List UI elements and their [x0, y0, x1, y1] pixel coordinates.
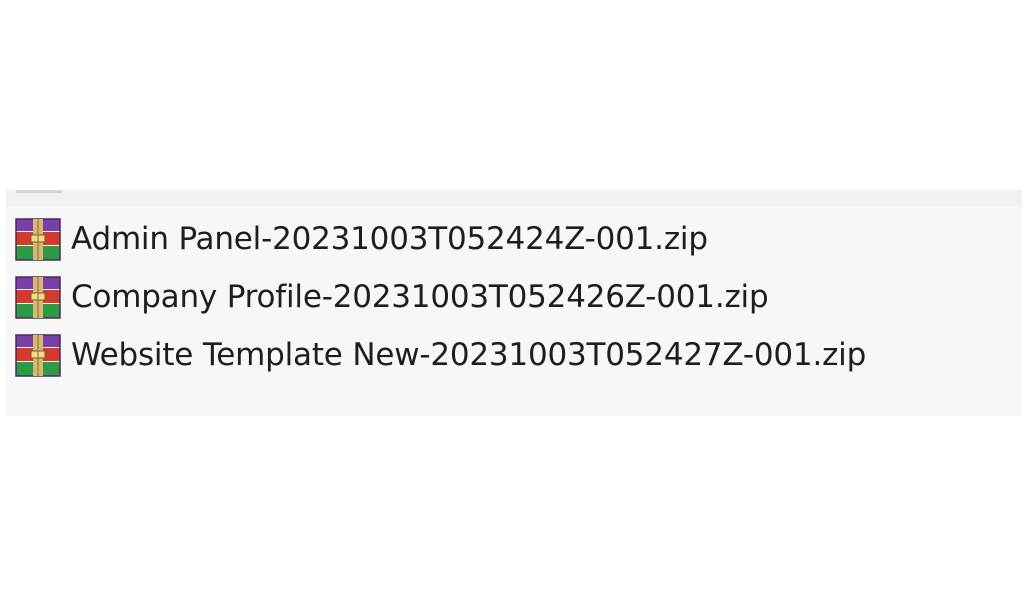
winrar-archive-icon — [15, 334, 61, 377]
file-row-admin-panel[interactable]: Admin Panel-20231003T052424Z-001.zip — [14, 210, 866, 268]
file-list: Admin Panel-20231003T052424Z-001.zip Com… — [6, 190, 1022, 416]
file-row-website-template-new[interactable]: Website Template New-20231003T052427Z-00… — [14, 326, 866, 384]
explorer-window: Admin Panel-20231003T052424Z-001.zip Com… — [0, 0, 1024, 593]
file-row-company-profile[interactable]: Company Profile-20231003T052426Z-001.zip — [14, 268, 866, 326]
winrar-archive-icon — [15, 276, 61, 319]
winrar-archive-icon — [15, 218, 61, 261]
file-rows: Admin Panel-20231003T052424Z-001.zip Com… — [14, 210, 866, 384]
file-name: Website Template New-20231003T052427Z-00… — [71, 337, 867, 373]
header-tab — [16, 190, 62, 193]
list-header — [6, 190, 1022, 206]
file-name: Admin Panel-20231003T052424Z-001.zip — [71, 221, 708, 257]
file-name: Company Profile-20231003T052426Z-001.zip — [71, 279, 769, 315]
